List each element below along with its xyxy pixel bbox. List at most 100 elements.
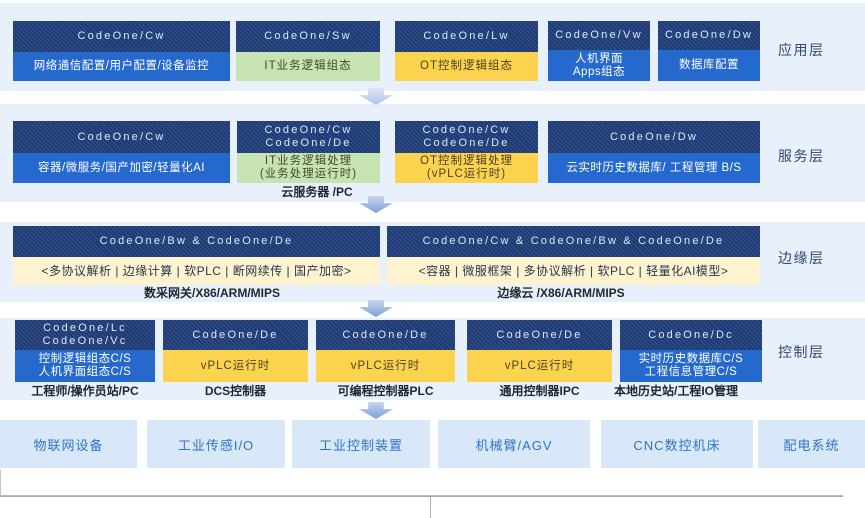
box-header: CodeOne/Dw: [548, 121, 760, 153]
box-header-line: CodeOne/Cw: [77, 30, 165, 43]
box-body: vPLC运行时: [163, 350, 308, 382]
control-box-engineer: CodeOne/Lc CodeOne/Vc 控制逻辑组态C/S 人机界面组态C/…: [15, 320, 155, 382]
down-arrow-icon: [359, 402, 393, 419]
box-body-line: 容器/微服务/国产加密/轻量化AI: [38, 162, 205, 175]
box-body: <多协议解析 | 边缘计算 | 软PLC | 断网续传 | 国产加密>: [13, 257, 380, 285]
box-header: CodeOne/Bw & CodeOne/De: [13, 226, 380, 257]
box-header-line: CodeOne/Vc: [43, 335, 128, 348]
box-header-line: CodeOne/Cw & CodeOne/Bw & CodeOne/De: [423, 235, 725, 248]
box-header-line: CodeOne/De: [265, 137, 351, 150]
box-body-line: IT业务逻辑处理: [265, 155, 352, 168]
box-body-line: vPLC运行时: [505, 360, 575, 373]
service-box-ot-runtime: CodeOne/Cw CodeOne/De OT控制逻辑处理 (vPLC运行时): [395, 121, 538, 183]
device-robot-agv: 机械臂/AGV: [438, 420, 590, 468]
layer-label-edge: 边缘层: [778, 248, 860, 268]
box-header-line: CodeOne/Sw: [264, 30, 351, 43]
box-header: CodeOne/De: [163, 320, 308, 350]
layer-label-control: 控制层: [778, 342, 860, 362]
box-body-line: (业务处理运行时): [260, 168, 357, 181]
edge-box-gateway: CodeOne/Bw & CodeOne/De <多协议解析 | 边缘计算 | …: [13, 226, 380, 285]
frame-left-edge: [0, 470, 1, 496]
box-body-line: vPLC运行时: [351, 360, 421, 373]
caption-local-history: 本地历史站/工程IO管理: [586, 384, 766, 398]
device-iot: 物联网设备: [0, 420, 137, 468]
service-box-it-runtime: CodeOne/Cw CodeOne/De IT业务逻辑处理 (业务处理运行时): [237, 121, 380, 183]
box-body: vPLC运行时: [467, 350, 612, 382]
architecture-diagram: CodeOne/Cw 网络通信配置/用户配置/设备监控 CodeOne/Sw I…: [0, 0, 865, 518]
box-header: CodeOne/Dw: [658, 21, 760, 50]
box-body-line: 工程信息管理C/S: [645, 366, 738, 379]
box-header-line: CodeOne/Dw: [610, 131, 698, 144]
box-body-line: vPLC运行时: [201, 360, 271, 373]
box-header-line: CodeOne/Dc: [648, 329, 734, 342]
box-header: CodeOne/Vw: [548, 21, 650, 50]
box-body: OT控制逻辑组态: [395, 52, 538, 81]
box-body: 网络通信配置/用户配置/设备监控: [13, 52, 230, 81]
caption-plc: 可编程控制器PLC: [316, 384, 455, 398]
box-header: CodeOne/Lw: [395, 21, 538, 52]
box-body-line: OT控制逻辑组态: [420, 60, 513, 73]
control-box-ipc: CodeOne/De vPLC运行时: [467, 320, 612, 382]
box-body-line: Apps组态: [573, 66, 625, 79]
box-body-line: 实时历史数据库C/S: [639, 353, 744, 366]
app-box-dw: CodeOne/Dw 数据库配置: [658, 21, 760, 81]
app-box-vw: CodeOne/Vw 人机界面 Apps组态: [548, 21, 650, 81]
box-body-line: <多协议解析 | 边缘计算 | 软PLC | 断网续传 | 国产加密>: [41, 265, 351, 278]
box-header: CodeOne/De: [316, 320, 455, 350]
box-body: 容器/微服务/国产加密/轻量化AI: [13, 153, 230, 183]
box-body: IT业务逻辑组态: [236, 52, 380, 81]
box-header: CodeOne/Lc CodeOne/Vc: [15, 320, 155, 350]
box-body: vPLC运行时: [316, 350, 455, 382]
caption-gateway: 数采网关/X86/ARM/MIPS: [62, 286, 362, 300]
box-body-line: (vPLC运行时): [427, 168, 506, 181]
box-header-line: CodeOne/De: [496, 329, 582, 342]
app-box-cw: CodeOne/Cw 网络通信配置/用户配置/设备监控: [13, 21, 230, 81]
box-header-line: CodeOne/De: [192, 329, 278, 342]
box-body: OT控制逻辑处理 (vPLC运行时): [395, 153, 538, 183]
box-header: CodeOne/Dc: [620, 320, 762, 350]
control-box-dcs: CodeOne/De vPLC运行时: [163, 320, 308, 382]
box-body-line: <容器 | 微服框架 | 多协议解析 | 软PLC | 轻量化AI模型>: [419, 265, 729, 278]
box-header: CodeOne/De: [467, 320, 612, 350]
down-arrow-icon: [359, 300, 393, 317]
layer-label-application: 应用层: [778, 40, 860, 60]
device-cnc: CNC数控机床: [601, 420, 753, 468]
box-body: 数据库配置: [658, 50, 760, 81]
box-header-line: CodeOne/De: [423, 137, 509, 150]
box-header: CodeOne/Cw CodeOne/De: [237, 121, 380, 153]
box-header-line: CodeOne/Bw & CodeOne/De: [100, 235, 294, 248]
box-body-line: 人机界面: [575, 53, 623, 66]
box-body: 控制逻辑组态C/S 人机界面组态C/S: [15, 350, 155, 382]
box-header-line: CodeOne/Dw: [665, 29, 753, 42]
box-body-line: IT业务逻辑组态: [264, 60, 351, 73]
box-header: CodeOne/Cw CodeOne/De: [395, 121, 538, 153]
layer-label-service: 服务层: [778, 146, 860, 166]
box-header-line: CodeOne/Vw: [555, 29, 642, 42]
edge-box-cloud: CodeOne/Cw & CodeOne/Bw & CodeOne/De <容器…: [387, 226, 760, 285]
caption-edge-cloud: 边缘云 /X86/ARM/MIPS: [411, 286, 711, 300]
device-control-equipment: 工业控制装置: [292, 420, 430, 468]
box-body-line: OT控制逻辑处理: [420, 155, 513, 168]
box-header: CodeOne/Sw: [236, 21, 380, 52]
app-box-sw: CodeOne/Sw IT业务逻辑组态: [236, 21, 380, 81]
box-body-line: 数据库配置: [679, 59, 739, 72]
box-body: 云实时历史数据库/ 工程管理 B/S: [548, 153, 760, 183]
app-box-lw: CodeOne/Lw OT控制逻辑组态: [395, 21, 538, 81]
device-power-distribution: 配电系统: [758, 420, 865, 468]
box-header-line: CodeOne/De: [342, 329, 428, 342]
service-box-dw: CodeOne/Dw 云实时历史数据库/ 工程管理 B/S: [548, 121, 760, 183]
box-body: 实时历史数据库C/S 工程信息管理C/S: [620, 350, 762, 382]
box-header-line: CodeOne/Cw: [264, 124, 352, 137]
box-header: CodeOne/Cw: [13, 121, 230, 153]
box-header-line: CodeOne/Cw: [77, 131, 165, 144]
box-body: 人机界面 Apps组态: [548, 50, 650, 81]
box-header-line: CodeOne/Cw: [422, 124, 510, 137]
box-body-line: 网络通信配置/用户配置/设备监控: [34, 60, 209, 73]
box-body-line: 人机界面组态C/S: [39, 366, 132, 379]
box-body-line: 控制逻辑组态C/S: [39, 353, 132, 366]
box-body: IT业务逻辑处理 (业务处理运行时): [237, 153, 380, 183]
box-header: CodeOne/Cw: [13, 21, 230, 52]
control-box-history: CodeOne/Dc 实时历史数据库C/S 工程信息管理C/S: [620, 320, 762, 382]
device-sensor-io: 工业传感I/O: [147, 420, 285, 468]
caption-engineer-station: 工程师/操作员站/PC: [5, 384, 165, 398]
